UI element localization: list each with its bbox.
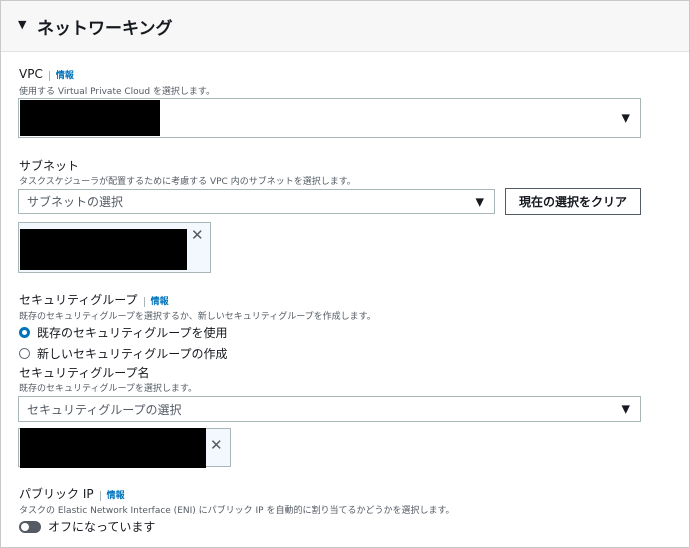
dropdown-arrow-icon: ▼ (621, 111, 630, 125)
public-ip-label: パブリック IP (19, 487, 94, 501)
vpc-description: 使用する Virtual Private Cloud を選択します。 (19, 87, 216, 97)
radio-new-label[interactable]: 新しいセキュリティグループの作成 (37, 345, 228, 362)
dropdown-arrow-icon: ▼ (621, 402, 630, 416)
public-ip-info-link[interactable]: 情報 (99, 491, 125, 501)
vpc-label: VPC (19, 67, 43, 81)
toggle-knob (21, 523, 29, 531)
security-group-info-link[interactable]: 情報 (143, 297, 169, 307)
security-group-label: セキュリティグループ (19, 293, 138, 307)
subnet-label: サブネット (19, 159, 80, 173)
radio-new-security-group[interactable] (19, 348, 30, 359)
security-group-name-description: 既存のセキュリティグループを選択します。 (19, 384, 198, 394)
redacted-subnet-value (20, 229, 187, 270)
subnet-select[interactable]: サブネットの選択 ▼ (18, 189, 495, 214)
vpc-info-link[interactable]: 情報 (48, 71, 74, 81)
dropdown-arrow-icon: ▼ (475, 195, 484, 208)
section-title: ネットワーキング (37, 19, 173, 39)
caret-down-icon[interactable]: ▼ (18, 18, 26, 31)
public-ip-toggle-label: オフになっています (48, 520, 156, 534)
security-group-label-group: セキュリティグループ 情報 (19, 291, 169, 308)
security-group-placeholder: セキュリティグループの選択 (27, 402, 182, 417)
redacted-security-group-value (20, 428, 206, 468)
redacted-vpc-value (20, 100, 160, 136)
clear-selection-button[interactable]: 現在の選択をクリア (505, 188, 641, 215)
close-icon[interactable]: ✕ (191, 226, 204, 244)
close-icon[interactable]: ✕ (210, 436, 223, 454)
public-ip-description: タスクの Elastic Network Interface (ENI) にパブ… (19, 506, 455, 516)
section-header[interactable]: ▼ ネットワーキング (1, 1, 689, 52)
public-ip-toggle[interactable] (19, 521, 41, 533)
security-group-select[interactable]: セキュリティグループの選択 ▼ (18, 396, 641, 422)
radio-existing-label[interactable]: 既存のセキュリティグループを使用 (37, 324, 228, 341)
subnet-placeholder: サブネットの選択 (27, 195, 124, 209)
vpc-label-group: VPC 情報 (19, 67, 74, 81)
subnet-description: タスクスケジューラが配置するために考慮する VPC 内のサブネットを選択します。 (19, 177, 356, 187)
security-group-description: 既存のセキュリティグループを選択するか、新しいセキュリティグループを作成します。 (19, 312, 376, 322)
public-ip-label-group: パブリック IP 情報 (19, 485, 125, 502)
radio-existing-security-group[interactable] (19, 327, 30, 338)
security-group-name-label: セキュリティグループ名 (19, 366, 150, 380)
